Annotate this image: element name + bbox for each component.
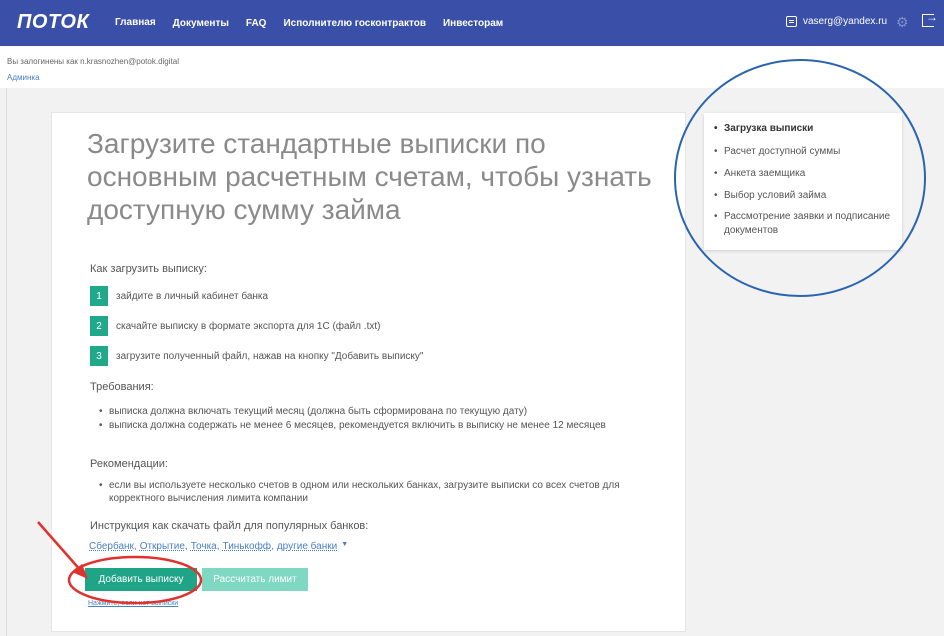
sidebar-item-conditions: Выбор условий займа: [714, 189, 894, 203]
logout-icon[interactable]: [922, 10, 938, 27]
user-menu[interactable]: vaserg@yandex.ru: [786, 16, 887, 27]
sidebar-item-review: Рассмотрение заявки и подписание докумен…: [714, 210, 894, 238]
building-icon: [786, 16, 797, 27]
step-1: 1 зайдите в личный кабинет банка: [90, 286, 268, 306]
admin-link[interactable]: Админка: [7, 73, 40, 82]
step-text: зайдите в личный кабинет банка: [116, 290, 269, 302]
sidebar-item-questionnaire: Анкета заемщика: [714, 167, 894, 181]
bank-link-sberbank[interactable]: Сбербанк: [89, 541, 134, 552]
how-to-title: Как загрузить выписку:: [90, 263, 207, 275]
left-divider: [6, 88, 7, 636]
page-title: Загрузите стандартные выписки по основны…: [87, 128, 652, 225]
step-2: 2 скачайте выписку в формате экспорта дл…: [90, 316, 380, 336]
step-3: 3 загрузите полученный файл, нажав на кн…: [90, 346, 423, 366]
requirement-item: выписка должна содержать не менее 6 меся…: [99, 419, 629, 432]
top-navbar: ПОТОК Главная Документы FAQ Исполнителю …: [0, 0, 944, 46]
bank-link-otkrytie[interactable]: Открытие: [140, 541, 185, 552]
requirement-item: выписка должна включать текущий месяц (д…: [99, 405, 629, 418]
gear-icon[interactable]: ⚙: [896, 14, 909, 31]
main-nav: Главная Документы FAQ Исполнителю госкон…: [115, 0, 520, 46]
calculate-limit-button[interactable]: Рассчитать лимит: [202, 568, 308, 591]
step-number: 1: [90, 286, 108, 306]
nav-faq[interactable]: FAQ: [246, 18, 267, 29]
nav-documents[interactable]: Документы: [173, 18, 229, 29]
login-note: Вы залогинены как n.krasnozhen@potok.dig…: [7, 57, 179, 66]
user-email: vaserg@yandex.ru: [803, 16, 888, 27]
step-text: загрузите полученный файл, нажав на кноп…: [116, 350, 424, 362]
bank-link-other[interactable]: другие банки: [277, 541, 337, 552]
sidebar-item-upload: Загрузка выписки: [714, 122, 894, 136]
instructions-title: Инструкция как скачать файл для популярн…: [90, 520, 369, 532]
sidebar-item-calculation: Расчет доступной суммы: [714, 145, 894, 159]
bank-link-tochka[interactable]: Точка: [191, 541, 217, 552]
nav-gov-contracts[interactable]: Исполнителю госконтрактов: [283, 18, 426, 29]
step-number: 2: [90, 316, 108, 336]
step-number: 3: [90, 346, 108, 366]
step-text: скачайте выписку в формате экспорта для …: [116, 320, 381, 332]
no-statement-link[interactable]: Нажмите, если нет выписки: [88, 600, 178, 607]
admin-bar: [0, 46, 944, 88]
add-statement-button[interactable]: Добавить выписку: [85, 568, 197, 591]
recommendations-title: Рекомендации:: [90, 458, 168, 470]
logo[interactable]: ПОТОК: [17, 11, 89, 34]
chevron-down-icon[interactable]: ▼: [341, 541, 348, 552]
nav-home[interactable]: Главная: [115, 17, 156, 29]
bank-links: Сбербанк, Открытие, Точка, Тинькофф, дру…: [89, 541, 349, 552]
bank-link-tinkoff[interactable]: Тинькофф: [223, 541, 272, 552]
recommendation-item: если вы используете несколько счетов в о…: [99, 479, 629, 505]
requirements-title: Требования:: [90, 381, 154, 393]
nav-investors[interactable]: Инвесторам: [443, 18, 503, 29]
